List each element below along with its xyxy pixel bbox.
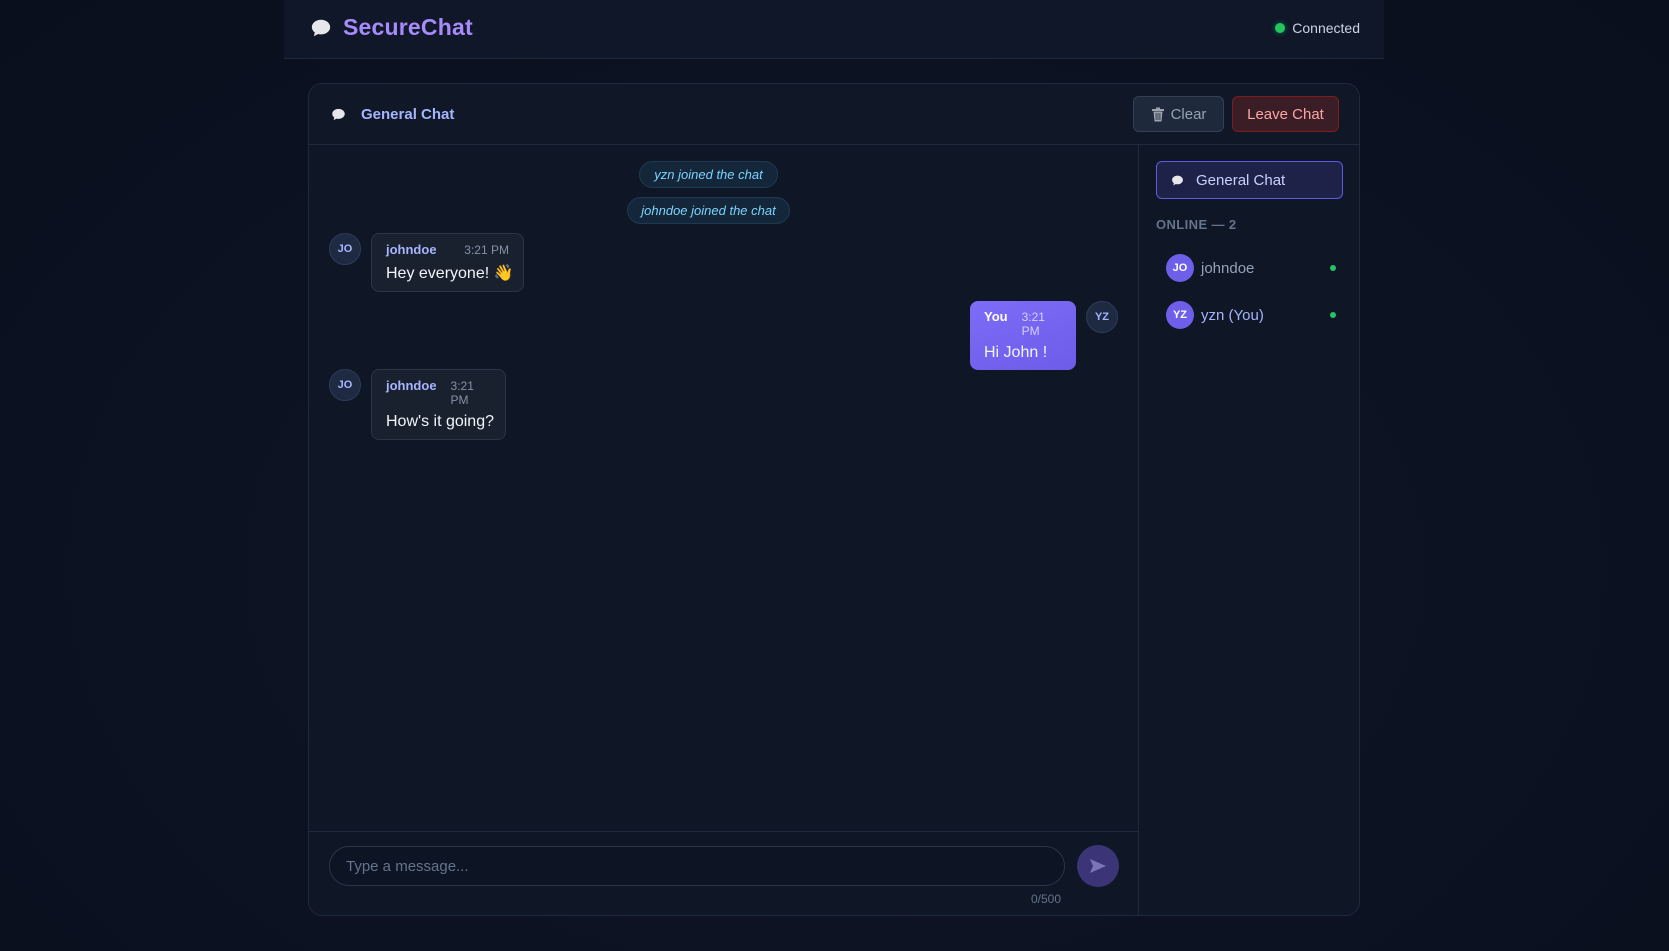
avatar: JO (329, 369, 361, 401)
chat-bubble-icon (332, 108, 345, 121)
online-user[interactable]: JO johndoe (1166, 253, 1336, 283)
message-meta: johndoe 3:21 PM (386, 378, 491, 407)
message-sender: You (984, 309, 1008, 324)
send-icon (1090, 859, 1106, 873)
chat-header: General Chat Clear Leave Chat (309, 84, 1359, 145)
trash-icon (1151, 107, 1164, 121)
chat-bubble-icon (1172, 175, 1183, 185)
message-list[interactable]: yzn joined the chat johndoe joined the c… (309, 145, 1139, 831)
message-text: Hey everyone! 👋 (386, 265, 514, 282)
avatar: JO (1166, 254, 1194, 282)
top-bar: SecureChat Connected (284, 0, 1384, 59)
sidebar-item-label: General Chat (1196, 171, 1286, 189)
user-name: johndoe (1201, 259, 1255, 277)
online-indicator-icon (1330, 312, 1336, 318)
message-time: 3:21 PM (464, 243, 509, 257)
clear-button[interactable]: Clear (1133, 96, 1224, 132)
online-users-header: ONLINE — 2 (1156, 217, 1237, 232)
message-input[interactable] (329, 846, 1065, 886)
message-bubble: johndoe 3:21 PM Hey everyone! 👋 (371, 233, 524, 292)
message-composer: 0/500 (309, 831, 1139, 915)
leave-chat-button[interactable]: Leave Chat (1232, 96, 1339, 132)
message-sender: johndoe (386, 242, 437, 257)
clear-label: Clear (1170, 105, 1207, 123)
message-time: 3:21 PM (450, 379, 474, 407)
sidebar-item-general-chat[interactable]: General Chat (1156, 161, 1343, 199)
online-indicator-icon (1330, 265, 1336, 271)
message-sender: johndoe (386, 378, 437, 393)
message-meta: You 3:21 PM (984, 309, 1062, 338)
avatar: YZ (1086, 301, 1118, 333)
character-counter: 0/500 (1030, 892, 1061, 906)
app-title: SecureChat (343, 14, 473, 40)
avatar: JO (329, 233, 361, 265)
message-bubble: johndoe 3:21 PM How's it going? (371, 369, 506, 440)
sidebar: General Chat ONLINE — 2 JO johndoe YZ yz… (1140, 145, 1359, 915)
room-title-text: General Chat (361, 106, 455, 123)
message-text: Hi John ! (984, 344, 1048, 361)
status-text: Connected (1292, 20, 1360, 36)
chat-panel: General Chat Clear Leave Chat yzn joined… (308, 83, 1360, 916)
online-user[interactable]: YZ yzn (You) (1166, 300, 1336, 330)
connection-status: Connected (1275, 20, 1360, 36)
send-button[interactable] (1077, 845, 1119, 887)
app-root: SecureChat Connected General Chat Clear … (284, 0, 1384, 951)
message-meta: johndoe 3:21 PM (386, 242, 509, 257)
avatar: YZ (1166, 301, 1194, 329)
system-message: yzn joined the chat (639, 161, 778, 188)
chat-bubble-icon (311, 19, 331, 36)
message-text: How's it going? (386, 413, 494, 430)
room-title: General Chat (331, 106, 454, 123)
system-message: johndoe joined the chat (627, 197, 790, 224)
brand: SecureChat (310, 14, 473, 41)
message-bubble-own: You 3:21 PM Hi John ! (970, 301, 1076, 370)
message-time: 3:21 PM (1021, 310, 1045, 338)
status-dot-icon (1275, 23, 1286, 33)
user-name: yzn (You) (1201, 306, 1264, 324)
